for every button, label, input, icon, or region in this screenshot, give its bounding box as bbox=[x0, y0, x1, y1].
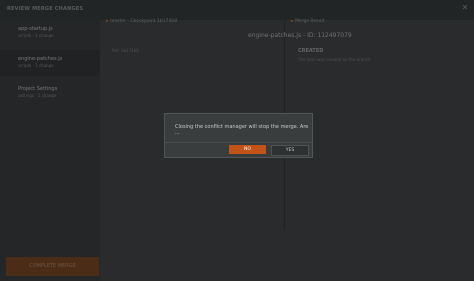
dialog-separator bbox=[165, 142, 312, 143]
no-button[interactable]: NO bbox=[229, 145, 266, 154]
confirm-dialog: Closing the conflict manager will stop t… bbox=[164, 113, 313, 158]
yes-button[interactable]: YES bbox=[271, 145, 309, 156]
dialog-message: Closing the conflict manager will stop t… bbox=[175, 124, 309, 136]
